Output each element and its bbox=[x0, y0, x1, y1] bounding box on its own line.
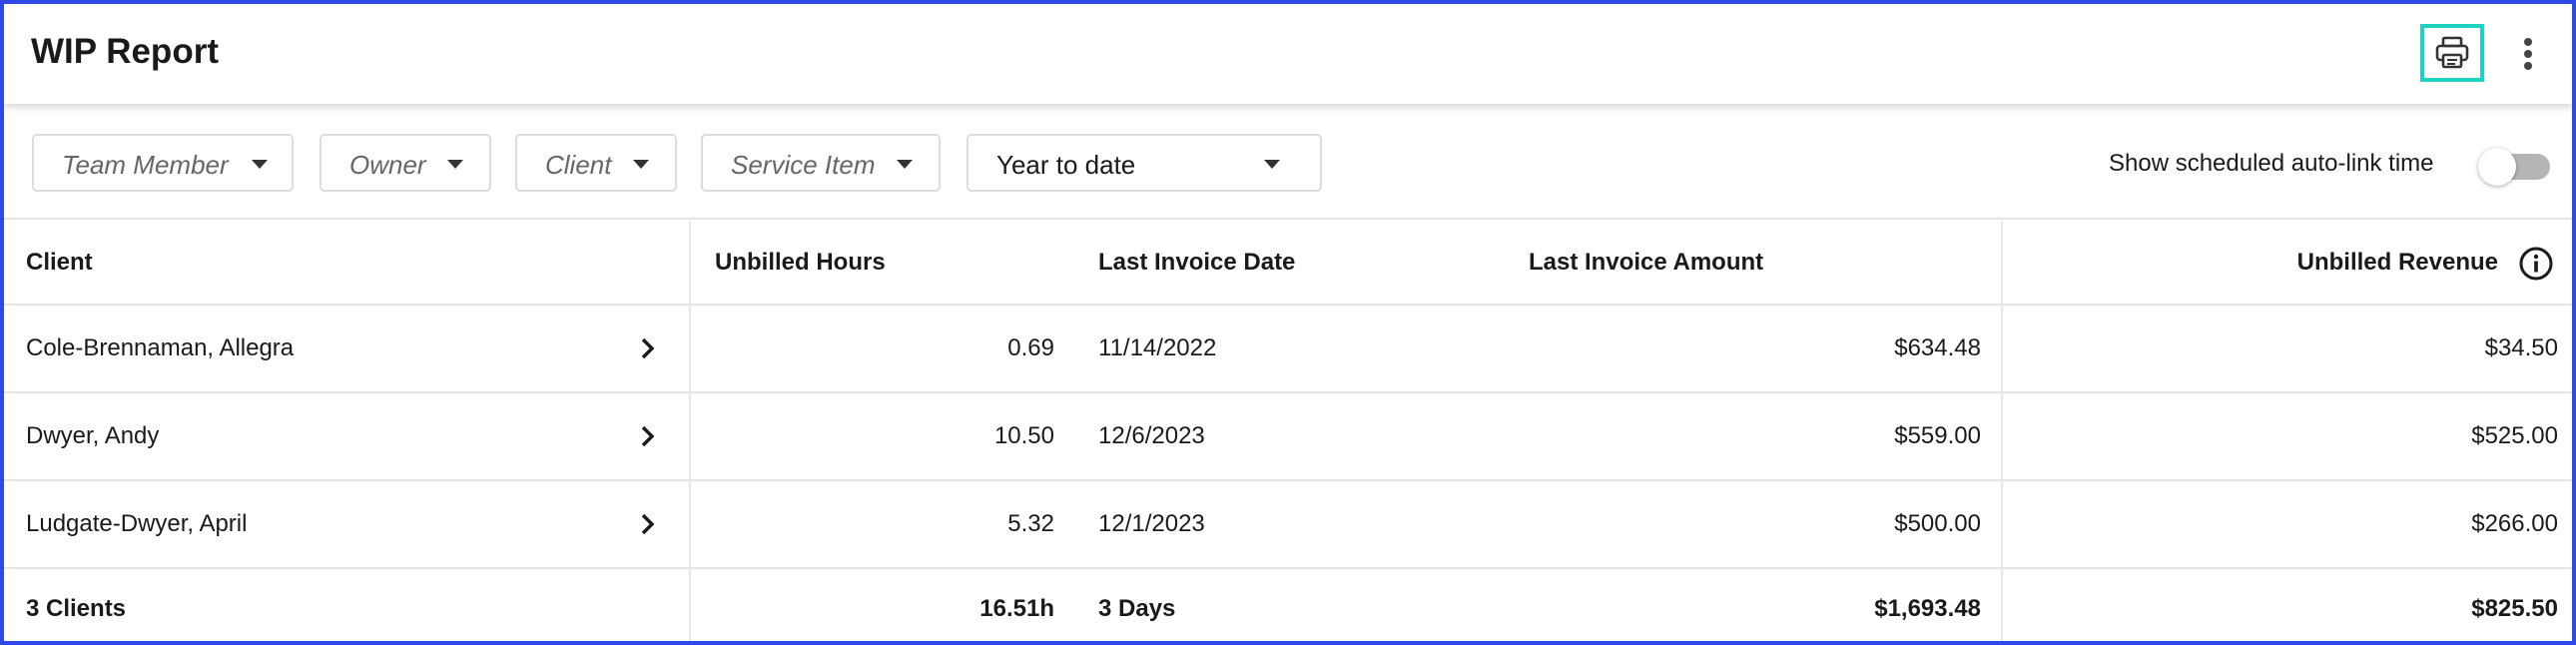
toggle-knob bbox=[2478, 148, 2516, 186]
row-expand-button[interactable] bbox=[633, 481, 663, 567]
table-row[interactable]: Ludgate-Dwyer, April 5.32 12/1/2023 $500… bbox=[4, 481, 2572, 569]
more-options-button[interactable] bbox=[2510, 26, 2546, 82]
service-item-filter-label: Service Item bbox=[731, 150, 876, 180]
more-vertical-icon bbox=[2524, 38, 2532, 70]
client-filter[interactable]: Client bbox=[515, 134, 677, 192]
unbilled-hours: 10.50 bbox=[993, 422, 1054, 449]
unbilled-revenue: $525.00 bbox=[2471, 422, 2558, 449]
info-icon[interactable] bbox=[2518, 246, 2554, 282]
wip-table: Client Unbilled Hours Last Invoice Date … bbox=[4, 222, 2572, 641]
chevron-down-icon bbox=[897, 160, 913, 169]
team-member-filter[interactable]: Team Member bbox=[32, 134, 294, 192]
last-invoice-amount: $559.00 bbox=[1894, 422, 1981, 449]
printer-icon bbox=[2435, 36, 2469, 69]
period-select[interactable]: Year to date bbox=[966, 134, 1322, 192]
total-last-invoice-amount: $1,693.48 bbox=[1874, 595, 1981, 622]
chevron-right-icon bbox=[641, 513, 655, 535]
client-name: Ludgate-Dwyer, April bbox=[26, 510, 248, 537]
client-filter-label: Client bbox=[545, 150, 612, 180]
unbilled-hours: 5.32 bbox=[1007, 510, 1054, 537]
period-select-label: Year to date bbox=[996, 150, 1136, 180]
last-invoice-date: 12/6/2023 bbox=[1098, 422, 1205, 449]
chevron-down-icon bbox=[252, 160, 268, 169]
last-invoice-date: 11/14/2022 bbox=[1098, 334, 1217, 361]
table-header-row: Client Unbilled Hours Last Invoice Date … bbox=[4, 222, 2572, 306]
row-expand-button[interactable] bbox=[633, 306, 663, 391]
client-name: Cole-Brennaman, Allegra bbox=[26, 334, 295, 361]
unbilled-hours: 0.69 bbox=[1007, 334, 1054, 361]
unbilled-revenue: $34.50 bbox=[2484, 334, 2558, 361]
table-totals-row: 3 Clients 16.51h 3 Days $1,693.48 $825.5… bbox=[4, 569, 2572, 641]
auto-link-toggle[interactable] bbox=[2478, 148, 2552, 186]
chevron-down-icon bbox=[633, 160, 649, 169]
print-button[interactable] bbox=[2420, 24, 2484, 82]
last-invoice-amount: $500.00 bbox=[1894, 510, 1981, 537]
unbilled-revenue: $266.00 bbox=[2471, 510, 2558, 537]
auto-link-toggle-label: Show scheduled auto-link time bbox=[2109, 150, 2434, 177]
client-name: Dwyer, Andy bbox=[26, 422, 160, 449]
table-row[interactable]: Dwyer, Andy 10.50 12/6/2023 $559.00 $525… bbox=[4, 393, 2572, 481]
column-header-last-invoice-amount[interactable]: Last Invoice Amount bbox=[1529, 222, 1928, 304]
service-item-filter[interactable]: Service Item bbox=[701, 134, 941, 192]
column-header-last-invoice-date[interactable]: Last Invoice Date bbox=[1098, 222, 1498, 304]
last-invoice-amount: $634.48 bbox=[1894, 334, 1981, 361]
chevron-right-icon bbox=[641, 337, 655, 359]
chevron-right-icon bbox=[641, 425, 655, 447]
total-unbilled-hours: 16.51h bbox=[979, 595, 1054, 622]
column-header-client[interactable]: Client bbox=[26, 222, 665, 304]
row-expand-button[interactable] bbox=[633, 393, 663, 479]
last-invoice-date: 12/1/2023 bbox=[1098, 510, 1205, 537]
owner-filter-label: Owner bbox=[349, 150, 426, 180]
wip-report-window: WIP Report Team Member Owner Client Serv… bbox=[0, 0, 2576, 645]
table-row[interactable]: Cole-Brennaman, Allegra 0.69 11/14/2022 … bbox=[4, 306, 2572, 393]
total-clients: 3 Clients bbox=[26, 595, 127, 622]
chevron-down-icon bbox=[1264, 160, 1280, 169]
page-header: WIP Report bbox=[4, 4, 2572, 104]
owner-filter[interactable]: Owner bbox=[320, 134, 491, 192]
total-last-invoice-date: 3 Days bbox=[1098, 595, 1176, 622]
column-header-unbilled-revenue[interactable]: Unbilled Revenue bbox=[2011, 222, 2498, 304]
filter-bar: Team Member Owner Client Service Item Ye… bbox=[4, 108, 2572, 220]
team-member-filter-label: Team Member bbox=[62, 150, 229, 180]
column-header-unbilled-hours[interactable]: Unbilled Hours bbox=[715, 222, 1014, 304]
total-unbilled-revenue: $825.50 bbox=[2471, 595, 2558, 622]
chevron-down-icon bbox=[447, 160, 463, 169]
page-title: WIP Report bbox=[31, 32, 219, 71]
